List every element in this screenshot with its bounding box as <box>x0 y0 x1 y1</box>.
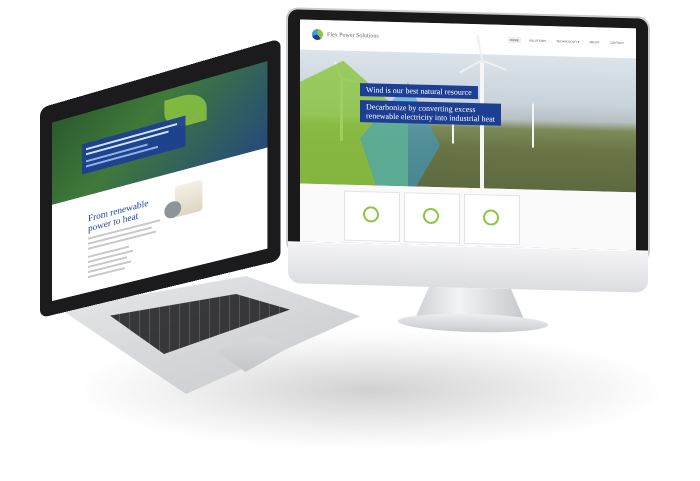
laptop-lid: From renewable power to heat <box>40 38 281 318</box>
wind-turbine-large <box>480 62 484 191</box>
feature-card-tools[interactable] <box>464 193 520 246</box>
turbine-blade <box>481 59 507 71</box>
nav-home[interactable]: HOME <box>507 36 521 44</box>
wind-turbine-far <box>532 103 534 148</box>
nav-about[interactable]: ABOUT <box>587 39 601 45</box>
nav-solutions[interactable]: SOLUTIONS <box>527 37 548 44</box>
laptop-hero-image <box>51 61 268 205</box>
product-image-detail <box>164 199 182 221</box>
tools-icon <box>483 209 499 226</box>
product-mockup-stage: Flex Power Solutions HOME SOLUTIONS TECH… <box>0 0 700 481</box>
laptop-page-title: From renewable power to heat <box>88 198 148 234</box>
logo-icon <box>312 28 323 41</box>
feature-card-idea[interactable] <box>404 192 460 244</box>
hero-subheadline: Decarbonize by converting excess renewab… <box>360 100 501 126</box>
site-nav: HOME SOLUTIONS TECHNOLOGY ▾ ABOUT CONTAC… <box>507 36 626 46</box>
turbine-blade <box>458 59 483 74</box>
windmill-icon <box>363 206 379 223</box>
nav-technology[interactable]: TECHNOLOGY ▾ <box>554 38 581 45</box>
hero-text-line <box>86 123 177 151</box>
laptop-hero-textbox <box>82 115 186 175</box>
laptop: From renewable power to heat <box>40 38 360 398</box>
laptop-screen: From renewable power to heat <box>51 61 268 302</box>
site-logo[interactable]: Flex Power Solutions <box>312 28 379 42</box>
logo-text: Flex Power Solutions <box>327 31 379 40</box>
hero-text-line <box>86 130 169 156</box>
nav-contact[interactable]: CONTACT <box>608 40 626 46</box>
lightbulb-icon <box>423 207 439 225</box>
